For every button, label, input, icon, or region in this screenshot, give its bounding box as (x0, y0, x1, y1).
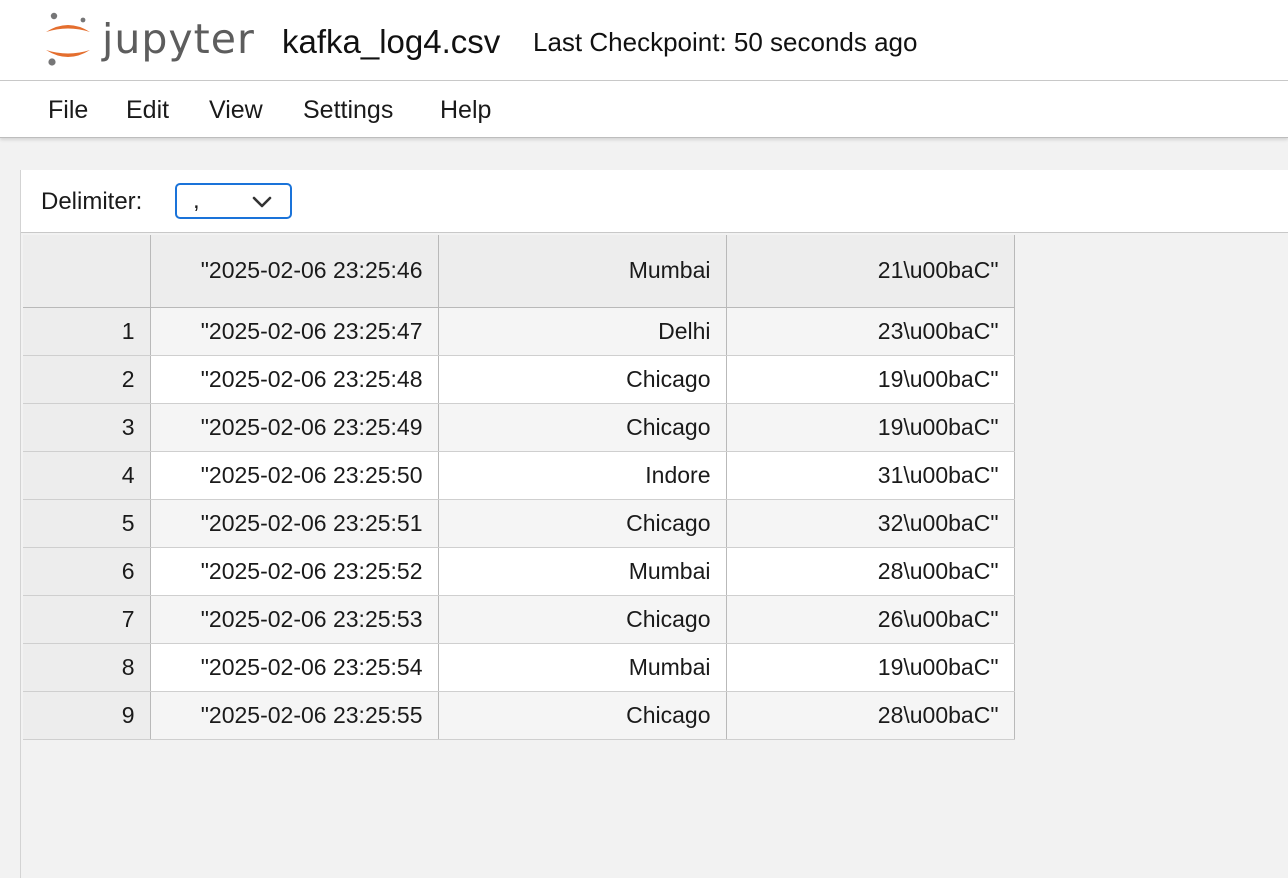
table-cell[interactable]: "2025-02-06 23:25:55 (150, 691, 439, 740)
row-number: 2 (23, 355, 151, 404)
table-cell[interactable]: Mumbai (438, 547, 727, 596)
table-cell[interactable]: 19\u00baC" (726, 355, 1015, 404)
menu-edit[interactable]: Edit (126, 95, 169, 125)
csv-viewer-panel: Delimiter: , "2025-02-06 23:25:46 Mumbai… (20, 170, 1288, 878)
table-cell[interactable]: "2025-02-06 23:25:49 (150, 403, 439, 452)
menu-bar: File Edit View Settings Help (0, 81, 1288, 138)
table-cell[interactable]: "2025-02-06 23:25:54 (150, 643, 439, 692)
delimiter-select[interactable]: , (175, 183, 292, 219)
row-number: 4 (23, 451, 151, 500)
row-number: 9 (23, 691, 151, 740)
table-cell[interactable]: Delhi (438, 307, 727, 356)
table-row: 5 "2025-02-06 23:25:51 Chicago 32\u00baC… (23, 499, 1015, 548)
table-row: 8 "2025-02-06 23:25:54 Mumbai 19\u00baC" (23, 643, 1015, 692)
table-cell[interactable]: 32\u00baC" (726, 499, 1015, 548)
row-number: 5 (23, 499, 151, 548)
table-cell[interactable]: Indore (438, 451, 727, 500)
csv-toolbar: Delimiter: , (21, 170, 1288, 233)
csv-table: "2025-02-06 23:25:46 Mumbai 21\u00baC" 1… (23, 235, 1015, 740)
delimiter-label: Delimiter: (41, 188, 143, 215)
table-cell[interactable]: 28\u00baC" (726, 547, 1015, 596)
table-cell[interactable]: 23\u00baC" (726, 307, 1015, 356)
menu-help[interactable]: Help (440, 95, 491, 125)
chevron-down-icon (252, 196, 272, 208)
table-header-row: "2025-02-06 23:25:46 Mumbai 21\u00baC" (23, 235, 1015, 308)
delimiter-value: , (193, 187, 200, 214)
table-row: 4 "2025-02-06 23:25:50 Indore 31\u00baC" (23, 451, 1015, 500)
row-number: 3 (23, 403, 151, 452)
table-cell[interactable]: Chicago (438, 691, 727, 740)
table-cell[interactable]: 19\u00baC" (726, 403, 1015, 452)
table-cell[interactable]: "2025-02-06 23:25:50 (150, 451, 439, 500)
table-cell[interactable]: "2025-02-06 23:25:48 (150, 355, 439, 404)
table-cell[interactable]: 19\u00baC" (726, 643, 1015, 692)
table-row: 6 "2025-02-06 23:25:52 Mumbai 28\u00baC" (23, 547, 1015, 596)
row-number: 1 (23, 307, 151, 356)
table-cell[interactable]: Chicago (438, 403, 727, 452)
table-row: 3 "2025-02-06 23:25:49 Chicago 19\u00baC… (23, 403, 1015, 452)
row-header-corner (23, 235, 151, 308)
top-bar: jupyter kafka_log4.csv Last Checkpoint: … (0, 0, 1288, 81)
table-cell[interactable]: Chicago (438, 499, 727, 548)
table-cell[interactable]: 28\u00baC" (726, 691, 1015, 740)
menu-settings[interactable]: Settings (303, 95, 393, 125)
row-number: 7 (23, 595, 151, 644)
row-number: 8 (23, 643, 151, 692)
menu-file[interactable]: File (48, 95, 88, 125)
column-header[interactable]: Mumbai (438, 235, 727, 308)
table-cell[interactable]: "2025-02-06 23:25:47 (150, 307, 439, 356)
column-header[interactable]: 21\u00baC" (726, 235, 1015, 308)
menu-view[interactable]: View (209, 95, 263, 125)
jupyter-logo-icon (46, 12, 90, 66)
table-cell[interactable]: 26\u00baC" (726, 595, 1015, 644)
column-header[interactable]: "2025-02-06 23:25:46 (150, 235, 439, 308)
csv-data-grid[interactable]: "2025-02-06 23:25:46 Mumbai 21\u00baC" 1… (23, 235, 1015, 740)
table-row: 2 "2025-02-06 23:25:48 Chicago 19\u00baC… (23, 355, 1015, 404)
row-number: 6 (23, 547, 151, 596)
table-cell[interactable]: 31\u00baC" (726, 451, 1015, 500)
checkpoint-status: Last Checkpoint: 50 seconds ago (533, 27, 918, 57)
jupyter-logo-text: jupyter (102, 15, 255, 63)
document-title[interactable]: kafka_log4.csv (282, 20, 500, 64)
table-cell[interactable]: Chicago (438, 355, 727, 404)
table-cell[interactable]: Mumbai (438, 643, 727, 692)
table-cell[interactable]: Chicago (438, 595, 727, 644)
table-cell[interactable]: "2025-02-06 23:25:51 (150, 499, 439, 548)
jupyter-logo[interactable]: jupyter (42, 10, 262, 70)
table-cell[interactable]: "2025-02-06 23:25:53 (150, 595, 439, 644)
table-cell[interactable]: "2025-02-06 23:25:52 (150, 547, 439, 596)
table-row: 1 "2025-02-06 23:25:47 Delhi 23\u00baC" (23, 307, 1015, 356)
table-row: 9 "2025-02-06 23:25:55 Chicago 28\u00baC… (23, 691, 1015, 740)
table-row: 7 "2025-02-06 23:25:53 Chicago 26\u00baC… (23, 595, 1015, 644)
